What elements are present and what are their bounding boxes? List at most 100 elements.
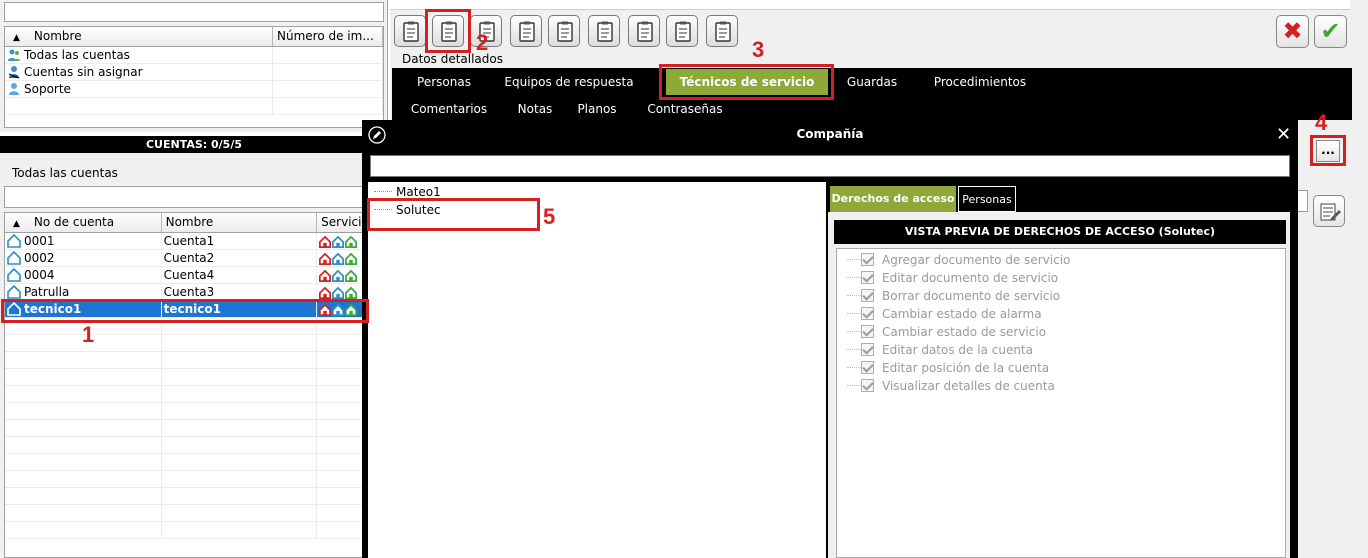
annotation-box-4 — [1310, 135, 1346, 166]
company-dialog: Compañía ✕ Mateo1 Solutec Derechos de ac… — [362, 120, 1298, 558]
account-row-empty — [5, 334, 387, 352]
tab-derechos-acceso[interactable]: Derechos de acceso — [830, 186, 956, 212]
account-number-cell: 0002 — [5, 249, 162, 267]
tab-comentarios[interactable]: Comentarios — [406, 96, 492, 122]
annotation-box-1 — [1, 299, 369, 323]
accounts-search-input[interactable] — [4, 186, 388, 208]
company-search-input[interactable] — [370, 155, 1290, 177]
tab-procedimientos[interactable]: Procedimientos — [928, 69, 1032, 95]
house-icon — [7, 250, 21, 265]
account-row-empty — [5, 368, 387, 386]
account-number-cell: Patrulla — [5, 283, 162, 301]
tab-personas[interactable]: Personas — [402, 69, 486, 95]
account-name-cell: Cuenta3 — [162, 283, 318, 301]
checkbox-checked-icon — [861, 361, 874, 374]
toolbar-top-strip — [390, 0, 1350, 10]
group-row-empty — [5, 97, 383, 115]
column-header-nombre[interactable]: Nombre — [162, 213, 318, 232]
accounts-panel: Todas las cuentas ▲ No de cuenta Nombre S… — [0, 153, 388, 558]
annotation-box-2 — [425, 9, 471, 53]
checkbox-checked-icon — [861, 271, 874, 284]
column-header-nombre[interactable]: ▲ Nombre — [5, 27, 273, 46]
checkbox-checked-icon — [861, 253, 874, 266]
certificate-icon — [675, 21, 691, 42]
cancel-button[interactable]: ✖ — [1276, 15, 1309, 48]
account-row-empty — [5, 470, 387, 488]
checkbox-checked-icon — [861, 289, 874, 302]
annotation-number-5: 5 — [543, 204, 556, 229]
group-users-icon — [8, 49, 20, 61]
account-row[interactable]: 0004 Cuenta4 — [5, 266, 387, 284]
toolbar-button-7[interactable] — [628, 15, 660, 47]
group-row-soporte[interactable]: Soporte — [5, 80, 383, 98]
user-support-icon — [9, 82, 19, 95]
signal-doc-icon — [519, 21, 535, 42]
tab-dialog-personas[interactable]: Personas — [958, 186, 1016, 212]
ok-house-icon — [345, 269, 358, 282]
invoice-icon — [637, 21, 653, 42]
account-row-empty — [5, 385, 387, 403]
ok-house-icon — [345, 286, 358, 299]
annotation-box-3 — [659, 64, 834, 100]
group-row-sin-asignar[interactable]: Cuentas sin asignar — [5, 63, 383, 81]
accept-check-icon: ✔ — [1320, 17, 1341, 45]
account-number-cell: 0001 — [5, 232, 162, 250]
tree-doc-icon — [597, 21, 613, 42]
service-house-icon — [332, 286, 345, 299]
notes-doc-icon — [715, 21, 731, 42]
column-header-numero[interactable]: Número de im... — [273, 27, 383, 46]
service-house-icon — [332, 235, 345, 248]
group-row-todas[interactable]: Todas las cuentas — [5, 46, 383, 64]
ok-house-icon — [345, 235, 358, 248]
groups-grid: ▲ Nombre Número de im... Todas las cuenta… — [4, 26, 384, 128]
groups-panel: ▲ Nombre Número de im... Todas las cuenta… — [0, 0, 388, 132]
rights-list: Agregar documento de servicio Editar docu… — [836, 248, 1286, 558]
permission-item: Borrar documento de servicio — [847, 287, 1060, 305]
detail-tabs: Personas Equipos de respuesta Técnicos d… — [392, 68, 1352, 126]
permission-item: Cambiar estado de servicio — [847, 323, 1046, 341]
annotation-number-4: 4 — [1315, 110, 1328, 135]
toolbar-button-1[interactable] — [394, 15, 426, 47]
account-row[interactable]: 0001 Cuenta1 — [5, 232, 387, 250]
tab-guardas[interactable]: Guardas — [840, 69, 904, 95]
service-house-icon — [332, 269, 345, 282]
toolbar-button-8[interactable] — [666, 15, 698, 47]
edit-note-icon — [1320, 203, 1341, 221]
checkbox-checked-icon — [861, 325, 874, 338]
accounts-panel-title: Todas las cuentas — [12, 166, 118, 180]
rights-preview-header: VISTA PREVIA DE DERECHOS DE ACCESO (Solu… — [834, 220, 1286, 244]
toolbar-button-4[interactable] — [510, 15, 542, 47]
alarm-house-icon — [319, 235, 332, 248]
account-row[interactable]: 0002 Cuenta2 — [5, 249, 387, 267]
permission-item: Cambiar estado de alarma — [847, 305, 1042, 323]
side-strip — [1298, 120, 1368, 558]
groups-search-input[interactable] — [4, 2, 384, 22]
accounts-grid-header: ▲ No de cuenta Nombre Servicio — [5, 213, 387, 233]
toolbar-button-9[interactable] — [706, 15, 738, 47]
company-tree: Mateo1 Solutec — [368, 182, 826, 558]
sort-up-icon: ▲ — [13, 219, 20, 229]
permission-item: Editar posición de la cuenta — [847, 359, 1049, 377]
close-icon[interactable]: ✕ — [1276, 124, 1291, 145]
tab-planos[interactable]: Planos — [572, 96, 622, 122]
service-house-icon — [332, 252, 345, 265]
account-name-cell: Cuenta2 — [162, 249, 318, 267]
tab-equipos-respuesta[interactable]: Equipos de respuesta — [500, 69, 638, 95]
checkbox-checked-icon — [861, 343, 874, 356]
cancel-icon: ✖ — [1282, 17, 1303, 45]
toolbar-button-6[interactable] — [588, 15, 620, 47]
house-icon — [7, 233, 21, 248]
account-row-empty — [5, 419, 387, 437]
toolbar-button-5[interactable] — [548, 15, 580, 47]
permission-item: Agregar documento de servicio — [847, 251, 1070, 269]
column-header-no-cuenta[interactable]: ▲ No de cuenta — [5, 213, 162, 232]
groups-grid-header: ▲ Nombre Número de im... — [5, 27, 383, 47]
account-row-empty — [5, 436, 387, 454]
tab-notas[interactable]: Notas — [512, 96, 558, 122]
account-row-empty — [5, 351, 387, 369]
edit-note-button[interactable] — [1313, 195, 1345, 227]
house-icon — [7, 284, 21, 299]
accept-button[interactable]: ✔ — [1314, 15, 1347, 48]
permission-item: Editar documento de servicio — [847, 269, 1058, 287]
alarm-house-icon — [319, 252, 332, 265]
